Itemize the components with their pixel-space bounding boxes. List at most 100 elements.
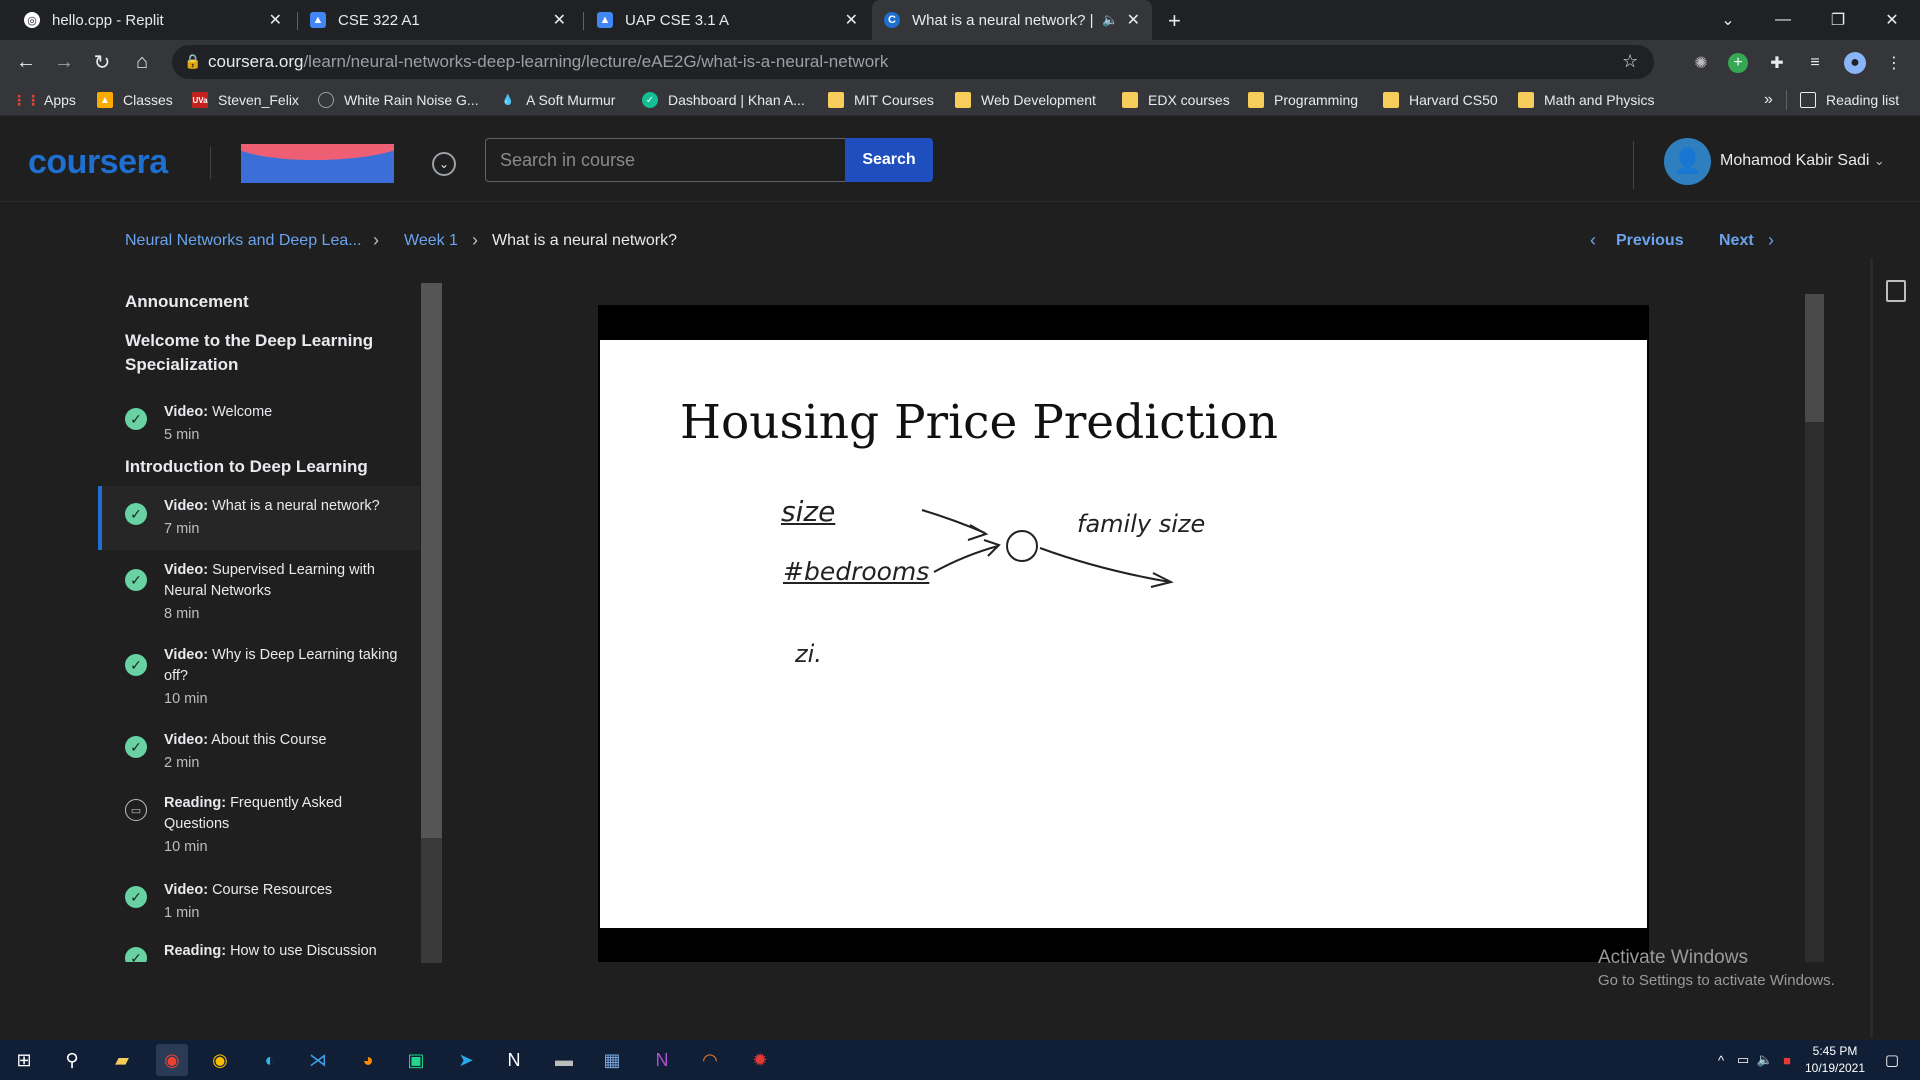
close-window-icon[interactable]: ✕ bbox=[1864, 0, 1920, 40]
course-banner[interactable] bbox=[241, 144, 394, 183]
speaker-icon[interactable]: 🔈 bbox=[1102, 12, 1118, 28]
sidebar-item-course-resources[interactable]: ✓ Video: Course Resources 1 min bbox=[98, 872, 420, 932]
user-menu[interactable]: Mohamod Kabir Sadi ⌄ bbox=[1720, 152, 1885, 170]
item-kind: Video: bbox=[164, 732, 209, 748]
item-title: What is a neural network? bbox=[212, 498, 380, 514]
puzzle-icon[interactable]: ✚ bbox=[1766, 52, 1788, 74]
sidebar-scroll-thumb[interactable] bbox=[421, 283, 442, 838]
profile-icon[interactable]: ● bbox=[1844, 52, 1866, 74]
extension-icon[interactable]: ✺ bbox=[1690, 52, 1712, 74]
forward-icon[interactable]: → bbox=[46, 40, 82, 84]
calculator-icon[interactable]: ▦ bbox=[596, 1044, 628, 1076]
tab-search-icon[interactable]: ⌄ bbox=[1700, 0, 1756, 40]
windows-start-icon[interactable]: ⊞ bbox=[8, 1044, 40, 1076]
home-icon[interactable]: ⌂ bbox=[124, 40, 160, 84]
notes-icon[interactable] bbox=[1886, 280, 1906, 302]
back-icon[interactable]: ← bbox=[8, 40, 44, 84]
avatar[interactable]: 👤 bbox=[1664, 138, 1711, 185]
sidebar-item-about-course[interactable]: ✓ Video: About this Course 2 min bbox=[98, 722, 420, 782]
vscode-icon[interactable]: ⋊ bbox=[302, 1044, 334, 1076]
check-icon: ✓ bbox=[125, 886, 147, 908]
bookmark-cs50[interactable]: Harvard CS50 bbox=[1383, 90, 1498, 110]
arrow-bedrooms-to-neuron bbox=[933, 545, 999, 573]
taskbar-clock[interactable]: 5:45 PM 10/19/2021 bbox=[1800, 1043, 1870, 1077]
sidebar-announcement[interactable]: Announcement bbox=[125, 290, 249, 314]
antivirus-icon[interactable]: ■ bbox=[1771, 1044, 1803, 1076]
bookmark-classes[interactable]: ▲ Classes bbox=[97, 90, 173, 110]
bookmark-edx[interactable]: EDX courses bbox=[1122, 90, 1230, 110]
reload-icon[interactable]: ↻ bbox=[84, 40, 120, 84]
chevron-right-icon: › bbox=[1768, 230, 1774, 250]
chevron-down-icon[interactable]: ⌄ bbox=[432, 152, 456, 176]
search-input[interactable] bbox=[485, 138, 846, 182]
bookmark-mit[interactable]: MIT Courses bbox=[828, 90, 934, 110]
chrome-secondary-icon[interactable]: ◉ bbox=[204, 1044, 236, 1076]
bookmarks-overflow[interactable]: » bbox=[1764, 90, 1773, 110]
close-tab-icon[interactable]: ✕ bbox=[1127, 10, 1140, 30]
bookmark-khan[interactable]: ✓ Dashboard | Khan A... bbox=[642, 90, 805, 110]
edge-icon[interactable]: ◐ bbox=[254, 1044, 286, 1076]
menu-icon[interactable]: ⋮ bbox=[1883, 52, 1905, 74]
item-title: About this Course bbox=[211, 732, 327, 748]
onenote-icon[interactable]: N bbox=[646, 1044, 678, 1076]
bookmark-star-icon[interactable]: ☆ bbox=[1622, 51, 1638, 72]
bookmark-apps[interactable]: ⋮⋮ Apps bbox=[12, 90, 76, 110]
close-tab-icon[interactable]: ✕ bbox=[269, 10, 282, 30]
coursera-logo[interactable]: coursera bbox=[28, 143, 168, 182]
sidebar-item-discussion[interactable]: ✓ Reading: How to use Discussion bbox=[98, 935, 420, 962]
chrome-icon[interactable]: ◉ bbox=[156, 1044, 188, 1076]
tab-title: What is a neural network? | C bbox=[912, 11, 1097, 29]
bookmark-white-rain[interactable]: White Rain Noise G... bbox=[318, 90, 479, 110]
bookmark-steven-felix[interactable]: UVa Steven_Felix bbox=[192, 90, 299, 110]
tab-replit[interactable]: ◎ hello.cpp - Replit ✕ bbox=[12, 0, 294, 40]
sidebar-item-supervised[interactable]: ✓ Video: Supervised Learning with Neural… bbox=[98, 552, 420, 634]
bookmark-web-dev[interactable]: Web Development bbox=[955, 90, 1096, 110]
jupyter-icon[interactable]: ◠ bbox=[694, 1044, 726, 1076]
address-bar[interactable]: 🔒 coursera.org/learn/neural-networks-dee… bbox=[172, 45, 1654, 79]
bookmark-label: EDX courses bbox=[1148, 92, 1230, 108]
tab-neural-network[interactable]: C What is a neural network? | C 🔈 ✕ bbox=[872, 0, 1152, 40]
main-scroll-thumb[interactable] bbox=[1805, 294, 1824, 422]
new-tab-icon[interactable]: + bbox=[1168, 8, 1181, 34]
notion-icon[interactable]: N bbox=[498, 1044, 530, 1076]
sidebar-section-welcome[interactable]: Welcome to the Deep Learning Specializat… bbox=[125, 329, 405, 377]
sidebar-item-why-deep-learning[interactable]: ✓ Video: Why is Deep Learning taking off… bbox=[98, 637, 420, 719]
add-extension-icon[interactable]: + bbox=[1728, 53, 1748, 73]
search-icon[interactable]: ⚲ bbox=[56, 1044, 88, 1076]
check-icon: ✓ bbox=[125, 947, 147, 962]
next-button[interactable]: Next bbox=[1719, 232, 1754, 250]
windows-activation-watermark: Activate Windows Go to Settings to activ… bbox=[1598, 947, 1835, 989]
tab-uap-cse[interactable]: ▲ UAP CSE 3.1 A ✕ bbox=[585, 0, 870, 40]
telegram-icon[interactable]: ➤ bbox=[450, 1044, 482, 1076]
bookmark-label: MIT Courses bbox=[854, 92, 934, 108]
app-gear-icon[interactable]: ✹ bbox=[744, 1044, 776, 1076]
file-explorer-icon[interactable]: ▰ bbox=[106, 1044, 138, 1076]
tab-cse-322[interactable]: ▲ CSE 322 A1 ✕ bbox=[298, 0, 578, 40]
close-tab-icon[interactable]: ✕ bbox=[553, 10, 566, 30]
breadcrumb-course[interactable]: Neural Networks and Deep Lea... bbox=[125, 232, 362, 250]
firefox-icon[interactable]: ◕ bbox=[352, 1044, 384, 1076]
reading-list[interactable]: Reading list bbox=[1800, 90, 1899, 110]
bookmark-math-physics[interactable]: Math and Physics bbox=[1518, 90, 1655, 110]
item-kind: Video: bbox=[164, 647, 209, 663]
media-control-icon[interactable]: ≡ bbox=[1804, 52, 1826, 74]
clock-time: 5:45 PM bbox=[1812, 1044, 1858, 1058]
pycharm-icon[interactable]: ▣ bbox=[400, 1044, 432, 1076]
sidebar-item-neural-network[interactable]: ✓ Video: What is a neural network? 7 min bbox=[98, 486, 420, 550]
minimize-icon[interactable]: — bbox=[1755, 0, 1811, 40]
sidebar-section-intro[interactable]: Introduction to Deep Learning bbox=[125, 455, 368, 479]
previous-button[interactable]: Previous bbox=[1616, 232, 1684, 250]
breadcrumb-week[interactable]: Week 1 bbox=[404, 232, 458, 250]
drive-icon[interactable]: ▬ bbox=[548, 1044, 580, 1076]
bookmark-programming[interactable]: Programming bbox=[1248, 90, 1358, 110]
notifications-icon[interactable]: ▢ bbox=[1876, 1044, 1908, 1076]
sidebar-item-faq[interactable]: ▭ Reading: Frequently Asked Questions 10 … bbox=[98, 785, 420, 867]
close-tab-icon[interactable]: ✕ bbox=[845, 10, 858, 30]
folder-icon bbox=[1518, 92, 1534, 108]
item-kind: Video: bbox=[164, 404, 209, 420]
check-icon: ✓ bbox=[125, 654, 147, 676]
restore-icon[interactable]: ❐ bbox=[1810, 0, 1866, 40]
bookmark-soft-murmur[interactable]: 💧 A Soft Murmur bbox=[500, 90, 616, 110]
sidebar-item-welcome[interactable]: ✓ Video: Welcome 5 min bbox=[98, 394, 420, 454]
search-button[interactable]: Search bbox=[845, 138, 933, 182]
